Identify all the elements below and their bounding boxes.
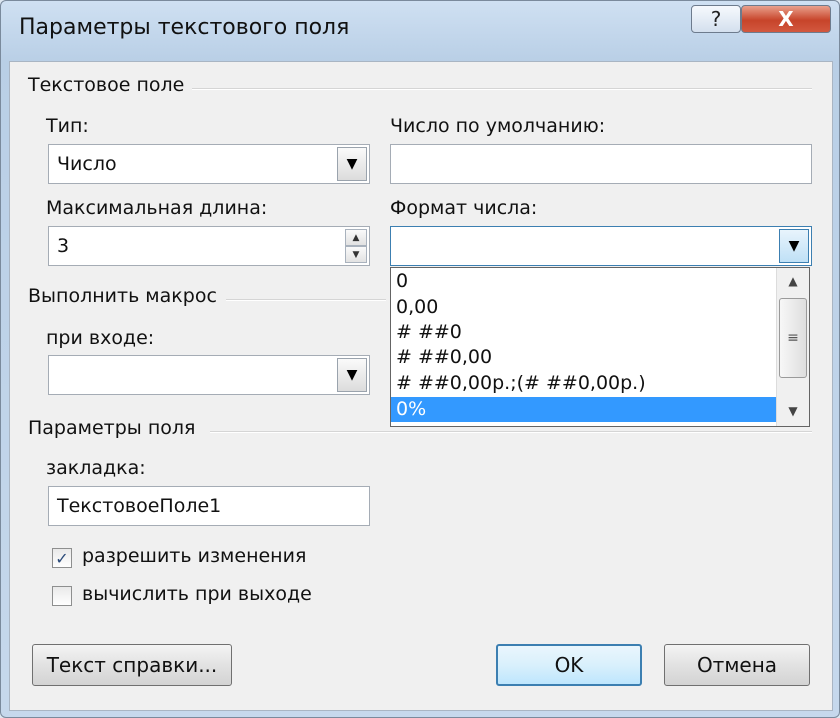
ok-button[interactable]: OK <box>496 644 642 686</box>
check-icon: ✓ <box>55 548 69 568</box>
scroll-thumb[interactable]: ≡ <box>779 298 807 378</box>
format-option-selected[interactable]: 0% <box>391 397 777 422</box>
spin-down-icon[interactable]: ▼ <box>345 246 367 263</box>
bookmark-input[interactable]: ТекстовоеПоле1 <box>48 486 370 526</box>
group-label-text-field: Текстовое поле <box>28 74 185 96</box>
number-format-combobox[interactable]: ▼ <box>390 226 812 266</box>
cancel-button[interactable]: Отмена <box>664 644 810 686</box>
default-number-input[interactable] <box>390 144 812 184</box>
dialog-window: Параметры текстового поля ? X Текстовое … <box>0 0 840 718</box>
title-bar: Параметры текстового поля ? X <box>1 1 839 59</box>
type-value: Число <box>57 153 117 175</box>
bookmark-value: ТекстовоеПоле1 <box>57 495 222 517</box>
calc-on-exit-checkbox[interactable] <box>52 586 72 606</box>
format-option[interactable]: # ##0 <box>391 320 777 345</box>
group-divider <box>210 431 812 433</box>
format-option[interactable]: # ##0,00 <box>391 345 777 370</box>
default-number-label: Число по умолчанию: <box>390 115 606 137</box>
help-button[interactable]: ? <box>691 5 741 33</box>
max-length-value: 3 <box>57 235 70 257</box>
scroll-down-icon[interactable]: ▼ <box>777 398 809 424</box>
group-divider <box>192 88 812 90</box>
max-length-spinner[interactable]: ▲ ▼ <box>345 229 367 263</box>
spin-up-icon[interactable]: ▲ <box>345 229 367 246</box>
type-combobox[interactable]: Число ▼ <box>48 144 370 184</box>
scroll-up-icon[interactable]: ▲ <box>777 268 809 294</box>
dialog-body: Текстовое поле Тип: Число ▼ Число по умо… <box>9 61 833 711</box>
close-button[interactable]: X <box>741 5 831 33</box>
format-option[interactable]: 0 <box>391 269 777 294</box>
type-label: Тип: <box>46 115 89 137</box>
chevron-down-icon[interactable]: ▼ <box>337 147 367 181</box>
format-option[interactable]: # ##0,00р.;(# ##0,00р.) <box>391 371 777 396</box>
max-length-label: Максимальная длина: <box>46 197 268 219</box>
group-divider <box>226 299 386 301</box>
chevron-down-icon[interactable]: ▼ <box>337 358 367 392</box>
on-entry-label: при входе: <box>46 327 155 349</box>
grip-icon: ≡ <box>787 330 799 346</box>
number-format-label: Формат числа: <box>390 197 538 219</box>
on-entry-combobox[interactable]: ▼ <box>48 355 370 395</box>
window-title: Параметры текстового поля <box>19 15 350 40</box>
dropdown-scrollbar[interactable]: ▲ ≡ ▼ <box>776 268 809 426</box>
bookmark-label: закладка: <box>46 457 146 479</box>
calc-on-exit-label[interactable]: вычислить при выходе <box>82 583 312 605</box>
format-option[interactable]: 0,00 <box>391 295 777 320</box>
allow-changes-label[interactable]: разрешить изменения <box>82 545 306 567</box>
group-label-run-macro: Выполнить макрос <box>28 285 217 307</box>
help-text-button[interactable]: Текст справки... <box>32 644 232 686</box>
number-format-dropdown: 0 0,00 # ##0 # ##0,00 # ##0,00р.;(# ##0,… <box>390 267 810 427</box>
chevron-down-icon[interactable]: ▼ <box>779 229 809 263</box>
group-label-field-params: Параметры поля <box>28 417 196 439</box>
allow-changes-checkbox[interactable]: ✓ <box>52 548 72 568</box>
max-length-input[interactable]: 3 ▲ ▼ <box>48 226 370 266</box>
